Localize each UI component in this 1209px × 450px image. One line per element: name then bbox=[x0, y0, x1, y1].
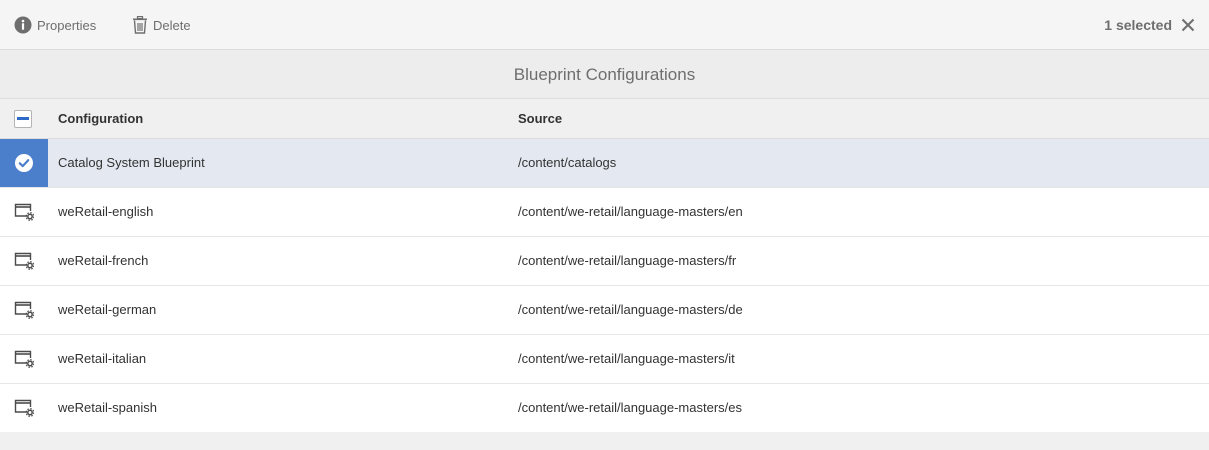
configuration-cell: Catalog System Blueprint bbox=[58, 155, 205, 170]
blueprint-config-icon[interactable] bbox=[0, 384, 48, 432]
table-row[interactable]: weRetail-french /content/we-retail/langu… bbox=[0, 237, 1209, 286]
configuration-cell: weRetail-german bbox=[58, 302, 157, 317]
table-row[interactable]: weRetail-german /content/we-retail/langu… bbox=[0, 286, 1209, 335]
configuration-cell: weRetail-french bbox=[58, 253, 149, 268]
blueprint-config-icon[interactable] bbox=[0, 286, 48, 334]
source-cell: /content/we-retail/language-masters/es bbox=[518, 400, 743, 415]
table-row[interactable]: weRetail-english /content/we-retail/lang… bbox=[0, 188, 1209, 237]
select-all-checkbox[interactable] bbox=[14, 110, 32, 128]
source-cell: /content/we-retail/language-masters/en bbox=[518, 204, 743, 219]
blueprint-config-icon[interactable] bbox=[0, 237, 48, 285]
trash-icon bbox=[132, 16, 148, 34]
blueprint-config-icon[interactable] bbox=[0, 335, 48, 383]
configurations-table: Configuration Source Catalog System Blue… bbox=[0, 99, 1209, 433]
configuration-cell: weRetail-spanish bbox=[58, 400, 157, 415]
delete-label: Delete bbox=[153, 17, 191, 33]
source-cell: /content/we-retail/language-masters/it bbox=[518, 351, 735, 366]
table-row[interactable]: weRetail-spanish /content/we-retail/lang… bbox=[0, 384, 1209, 433]
checkmark-circle-icon[interactable] bbox=[0, 139, 48, 187]
column-header-configuration[interactable]: Configuration bbox=[58, 99, 143, 139]
configuration-cell: weRetail-english bbox=[58, 204, 154, 219]
source-cell: /content/we-retail/language-masters/de bbox=[518, 302, 743, 317]
table-footer-area bbox=[0, 432, 1209, 450]
column-header-source[interactable]: Source bbox=[518, 99, 562, 139]
info-icon bbox=[14, 16, 32, 34]
properties-button[interactable]: Properties bbox=[14, 0, 96, 50]
delete-button[interactable]: Delete bbox=[132, 0, 191, 50]
source-cell: /content/catalogs bbox=[518, 155, 617, 170]
close-icon[interactable] bbox=[1181, 18, 1195, 32]
properties-label: Properties bbox=[37, 17, 97, 33]
source-cell: /content/we-retail/language-masters/fr bbox=[518, 253, 737, 268]
blueprint-config-icon[interactable] bbox=[0, 188, 48, 236]
action-toolbar: Properties Delete 1 selected bbox=[0, 0, 1209, 50]
page-title: Blueprint Configurations bbox=[0, 50, 1209, 99]
selection-count: 1 selected bbox=[1104, 17, 1172, 33]
table-header: Configuration Source bbox=[0, 99, 1209, 139]
table-row[interactable]: weRetail-italian /content/we-retail/lang… bbox=[0, 335, 1209, 384]
table-row[interactable]: Catalog System Blueprint /content/catalo… bbox=[0, 139, 1209, 188]
blueprint-configurations-page: Properties Delete 1 selected Blueprint C… bbox=[0, 0, 1209, 450]
configuration-cell: weRetail-italian bbox=[58, 351, 147, 366]
